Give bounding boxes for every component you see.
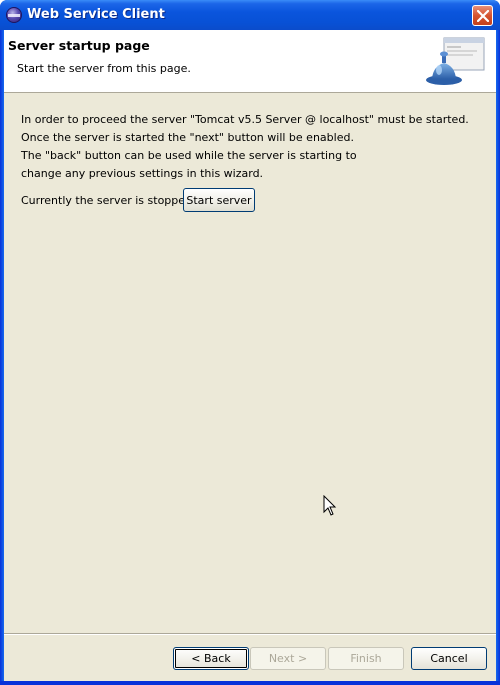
page-title: Server startup page [8, 38, 150, 53]
mouse-pointer-icon [323, 495, 337, 516]
dialog-window: Web Service Client Server startup page S… [0, 0, 500, 685]
back-button[interactable]: < Back [173, 647, 249, 670]
cancel-button[interactable]: Cancel [411, 647, 487, 670]
next-button[interactable]: Next > [250, 647, 326, 670]
title-bar[interactable]: Web Service Client [0, 0, 500, 30]
info-text-line: Once the server is started the "next" bu… [21, 131, 354, 144]
close-button[interactable] [472, 5, 493, 26]
footer-separator [4, 633, 496, 635]
dialog-body: Server startup page Start the server fro… [4, 30, 496, 681]
window-title: Web Service Client [27, 7, 165, 22]
window-frame-bottom [0, 681, 500, 685]
info-text-line: The "back" button can be used while the … [21, 149, 357, 162]
window-frame-right [496, 30, 500, 685]
finish-button[interactable]: Finish [328, 647, 404, 670]
close-icon [477, 10, 489, 22]
server-bell-icon [426, 37, 485, 85]
page-description: Start the server from this page. [17, 62, 191, 75]
server-status-label: Currently the server is stopped. [21, 194, 196, 207]
info-text-line: In order to proceed the server "Tomcat v… [21, 113, 469, 126]
info-text-line: change any previous settings in this wiz… [21, 167, 264, 180]
eclipse-icon [6, 7, 22, 23]
wizard-banner: Server startup page Start the server fro… [4, 30, 496, 93]
start-server-button[interactable]: Start server [183, 188, 255, 212]
